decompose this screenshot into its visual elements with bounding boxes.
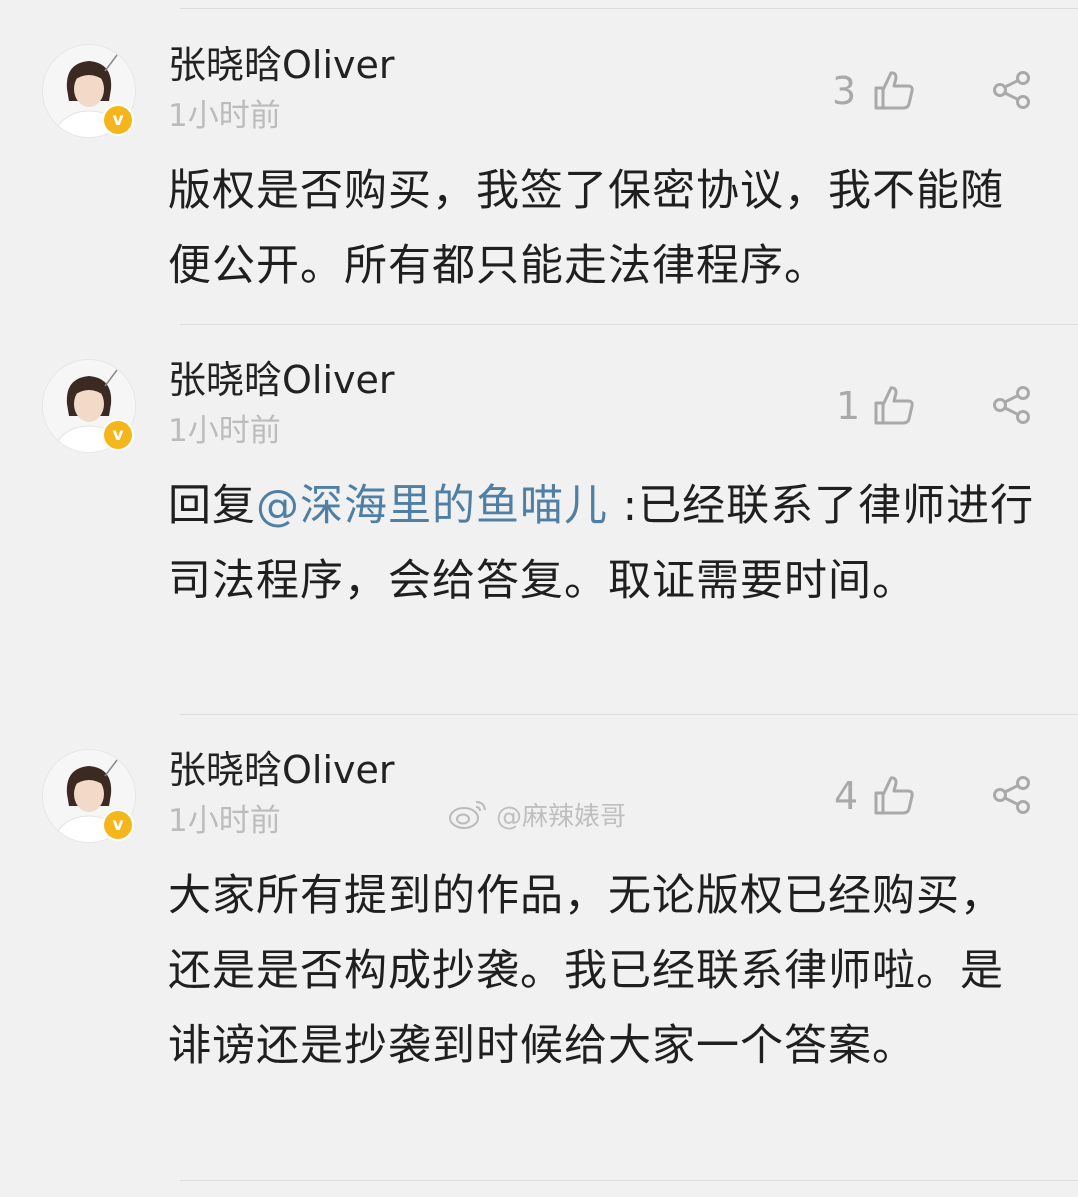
weibo-logo-icon [449,801,486,829]
timestamp: 1小时前 [168,803,281,839]
divider [180,324,1078,325]
comment-text: 大家所有提到的作品，无论版权已经购买，还是是否构成抄袭。我已经联系律师啦。是诽谤… [168,871,1004,1071]
mention-link[interactable]: @深海里的鱼喵儿 [256,481,608,531]
share-icon[interactable] [992,70,1032,110]
username[interactable]: 张晓晗Oliver [168,747,395,793]
username[interactable]: 张晓晗Oliver [168,357,395,403]
comment-item: v 张晓晗Oliver 1小时前 3 版权是否购买，我签了保密协议，我不能随便公… [0,30,1078,322]
timestamp: 1小时前 [168,413,281,449]
like-count: 3 [832,69,857,113]
verified-badge-icon: v [102,104,134,136]
divider [180,714,1078,715]
verified-badge-icon: v [102,419,134,451]
like-thumb-icon[interactable] [872,383,916,427]
share-icon[interactable] [992,385,1032,425]
like-count: 4 [834,774,859,818]
comment-item: v 张晓晗Oliver 1小时前 1 回复@深海里的鱼喵儿 :已经联系了律师进行… [0,345,1078,707]
timestamp: 1小时前 [168,98,281,134]
verified-badge-icon: v [102,809,134,841]
watermark: @麻辣婊哥 [448,796,626,832]
like-thumb-icon[interactable] [872,68,916,112]
share-icon[interactable] [992,775,1032,815]
comment-text: 回复@深海里的鱼喵儿 :已经联系了律师进行司法程序，会给答复。取证需要时间。 [168,469,1038,619]
divider [180,1180,1078,1181]
comment-text: 版权是否购买，我签了保密协议，我不能随便公开。所有都只能走法律程序。 [168,166,1004,291]
watermark-text: @麻辣婊哥 [496,801,627,832]
username[interactable]: 张晓晗Oliver [168,42,395,88]
like-count: 1 [836,384,861,428]
like-thumb-icon[interactable] [872,773,916,817]
top-divider [180,8,1078,9]
reply-prefix: 回复 [168,481,256,531]
